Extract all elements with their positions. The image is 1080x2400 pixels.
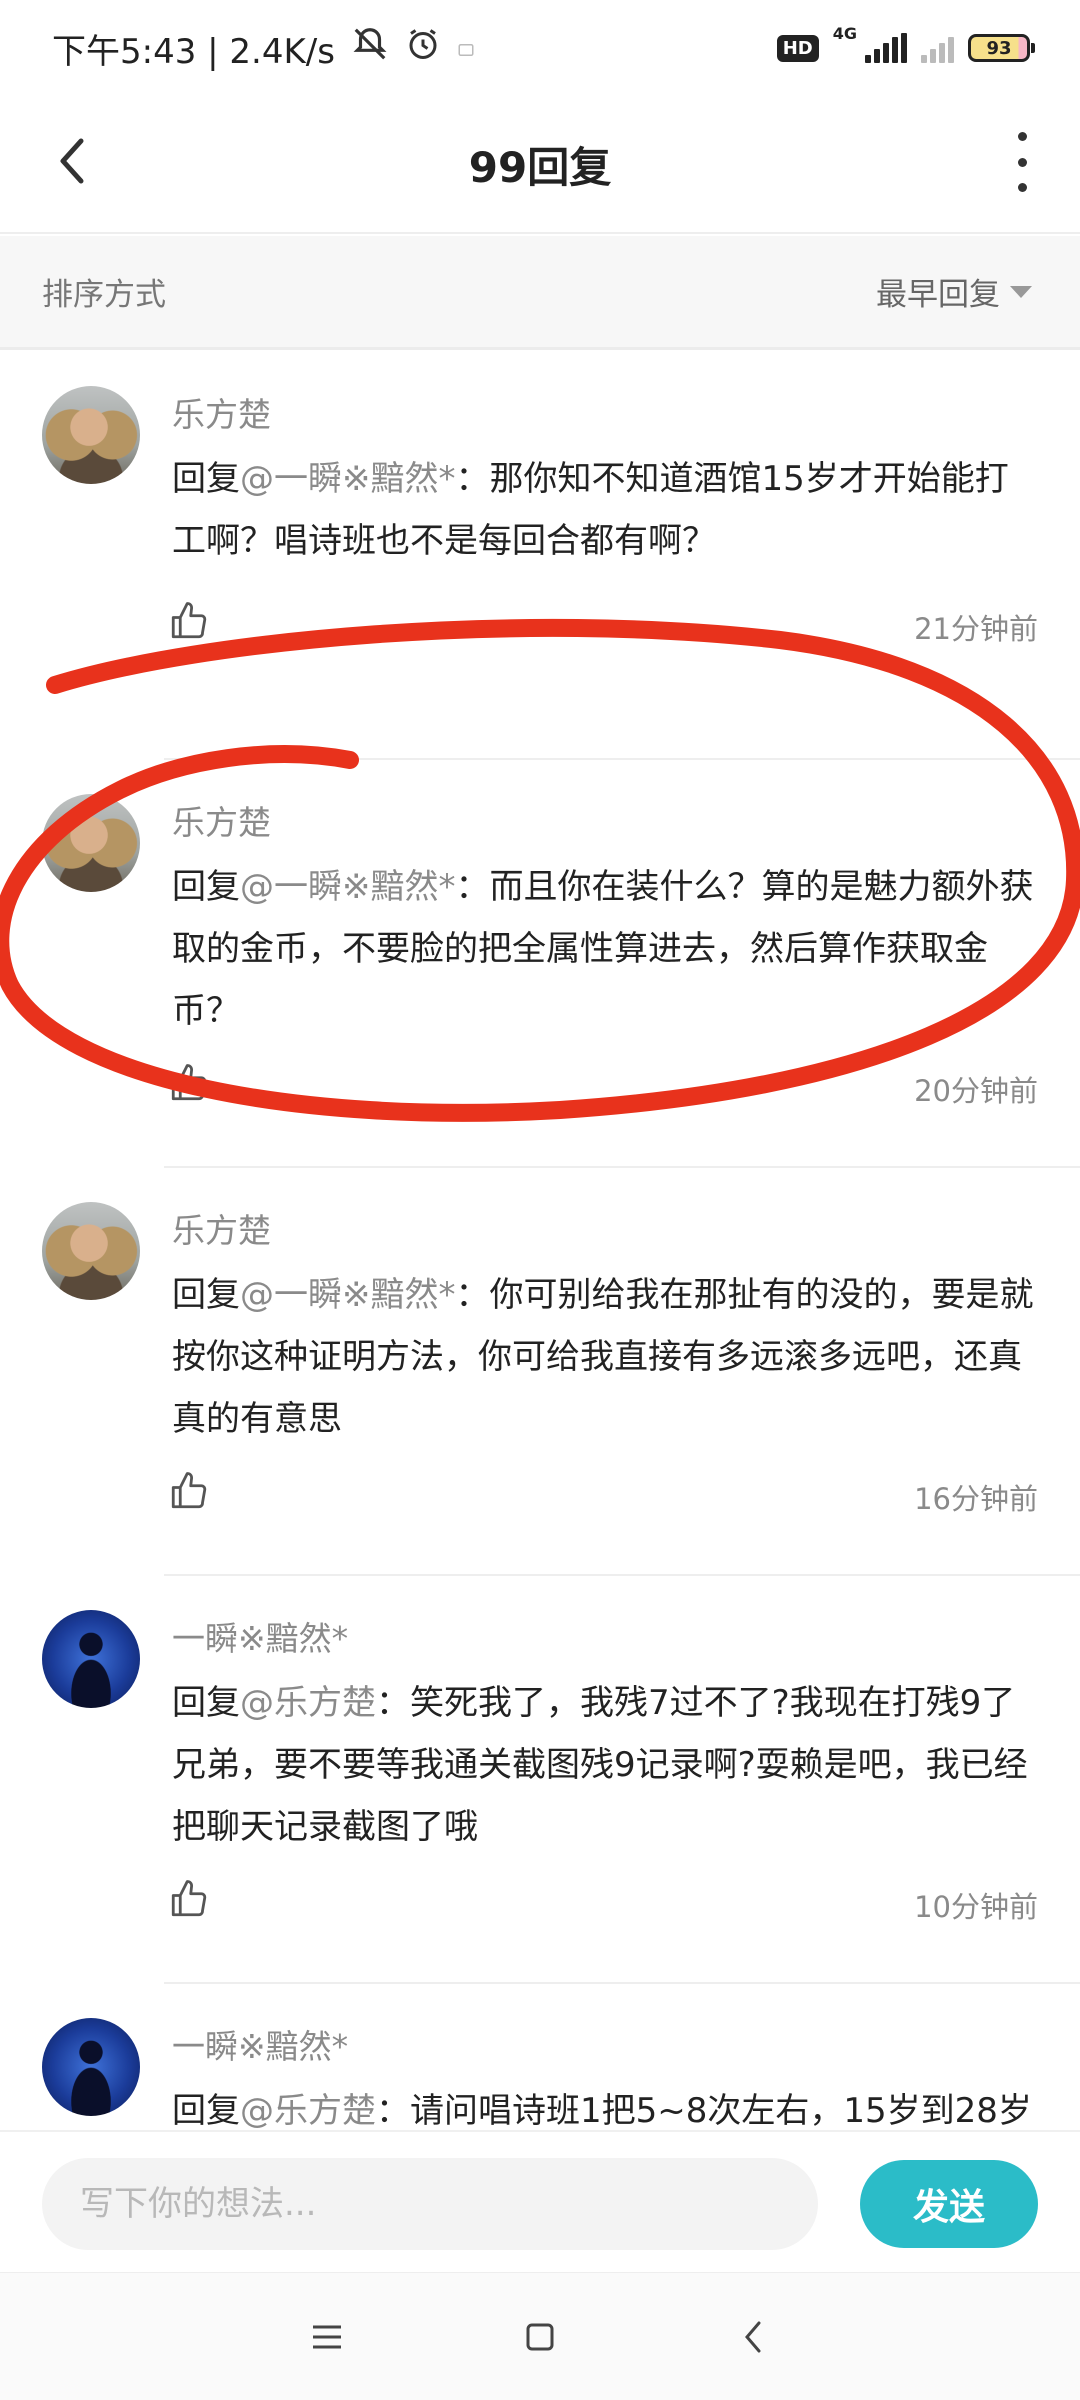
comment-time: 10分钟前 (914, 1890, 1038, 1924)
comment-content: 回复@乐方楚：笑死我了，我残7过不了?我现在打残9了兄弟，要不要等我通关截图残9… (172, 1672, 1042, 1858)
signal-weak-icon (921, 33, 954, 63)
comment-time: 16分钟前 (914, 1482, 1038, 1516)
comment-username[interactable]: 一瞬※黯然* (172, 2020, 348, 2068)
avatar[interactable] (42, 2018, 140, 2116)
thumbs-up-icon (171, 602, 207, 639)
more-vertical-icon[interactable] (1012, 132, 1032, 192)
reply-prefix: 回复 (172, 867, 240, 907)
mention-link[interactable]: @一瞬※黯然* (240, 867, 456, 907)
system-nav-bar (0, 2272, 1080, 2400)
mention-link[interactable]: @乐方楚 (240, 2091, 376, 2130)
like-button[interactable] (168, 1878, 210, 1920)
reply-prefix: 回复 (172, 459, 240, 499)
comment-content: 回复@一瞬※黯然*：而且你在装什么？算的是魅力额外获取的金币，不要脸的把全属性算… (172, 856, 1042, 1042)
app-header: 99回复 (0, 96, 1080, 234)
sort-selected-value: 最早回复 (876, 277, 1000, 313)
status-left: 下午5:43 | 2.4K/s (52, 24, 475, 73)
avatar[interactable] (42, 1610, 140, 1708)
reply-prefix: 回复 (172, 2091, 240, 2130)
comment-time: 20分钟前 (914, 1074, 1038, 1108)
send-button[interactable]: 发送 (860, 2160, 1038, 2248)
comment-list: 乐方楚 回复@一瞬※黯然*：那你知不知道酒馆15岁才开始能打工啊？唱诗班也不是每… (0, 352, 1080, 2130)
status-bar: 下午5:43 | 2.4K/s HD 4G 93 (0, 0, 1080, 96)
mute-bell-icon (351, 25, 389, 72)
comment-username[interactable]: 乐方楚 (172, 796, 271, 844)
comment-item: 一瞬※黯然* 回复@乐方楚：请问唱诗班1把5~8次左右，15岁到28岁几个回合会… (0, 1984, 1080, 2130)
notification-icon (457, 28, 475, 68)
signal-icon (865, 33, 907, 63)
comment-username[interactable]: 一瞬※黯然* (172, 1612, 348, 1660)
page-title: 99回复 (468, 142, 612, 192)
sort-bar: 排序方式 最早回复 (0, 236, 1080, 350)
avatar[interactable] (42, 1202, 140, 1300)
home-square-icon[interactable] (510, 2307, 570, 2367)
battery-level: 93 (986, 37, 1012, 59)
battery-icon: 93 (968, 34, 1035, 62)
thumbs-up-icon (171, 1064, 207, 1101)
thumbs-up-icon (171, 1472, 207, 1509)
network-type-label: 4G (832, 24, 857, 43)
mention-link[interactable]: @一瞬※黯然* (240, 1275, 456, 1315)
like-button[interactable] (168, 600, 210, 642)
alarm-icon (405, 26, 441, 71)
thumbs-up-icon (171, 1880, 207, 1917)
comment-item: 乐方楚 回复@一瞬※黯然*：那你知不知道酒馆15岁才开始能打工啊？唱诗班也不是每… (0, 352, 1080, 760)
comment-username[interactable]: 乐方楚 (172, 388, 271, 436)
comment-input[interactable] (42, 2158, 818, 2250)
hd-icon: HD (776, 34, 819, 62)
status-right: HD 4G 93 (776, 26, 1035, 63)
sort-label: 排序方式 (42, 277, 166, 313)
like-button[interactable] (168, 1470, 210, 1512)
like-button[interactable] (168, 1062, 210, 1104)
reply-prefix: 回复 (172, 1683, 240, 1723)
comment-time: 21分钟前 (914, 612, 1038, 646)
comment-item: 一瞬※黯然* 回复@乐方楚：笑死我了，我残7过不了?我现在打残9了兄弟，要不要等… (0, 1576, 1080, 1984)
status-time-speed: 下午5:43 | 2.4K/s (52, 31, 335, 72)
avatar[interactable] (42, 794, 140, 892)
reply-prefix: 回复 (172, 1275, 240, 1315)
mention-link[interactable]: @乐方楚 (240, 1683, 376, 1723)
caret-down-icon (1010, 285, 1032, 298)
avatar[interactable] (42, 386, 140, 484)
comment-item: 乐方楚 回复@一瞬※黯然*：你可别给我在那扯有的没的，要是就按你这种证明方法，你… (0, 1168, 1080, 1576)
menu-icon[interactable] (297, 2307, 357, 2367)
comment-content: 回复@一瞬※黯然*：你可别给我在那扯有的没的，要是就按你这种证明方法，你可给我直… (172, 1264, 1042, 1450)
comment-content: 回复@一瞬※黯然*：那你知不知道酒馆15岁才开始能打工啊？唱诗班也不是每回合都有… (172, 448, 1042, 572)
comment-item: 乐方楚 回复@一瞬※黯然*：而且你在装什么？算的是魅力额外获取的金币，不要脸的把… (0, 760, 1080, 1168)
comment-content: 回复@乐方楚：请问唱诗班1把5~8次左右，15岁到28岁几个回合会不会算数啊 (172, 2080, 1042, 2130)
chevron-left-icon (60, 138, 84, 184)
back-arrow-icon[interactable] (723, 2307, 783, 2367)
comment-username[interactable]: 乐方楚 (172, 1204, 271, 1252)
sort-dropdown[interactable]: 最早回复 (876, 269, 1032, 314)
back-button[interactable] (38, 126, 108, 196)
mention-link[interactable]: @一瞬※黯然* (240, 459, 456, 499)
comment-input-bar: 发送 (0, 2130, 1080, 2270)
